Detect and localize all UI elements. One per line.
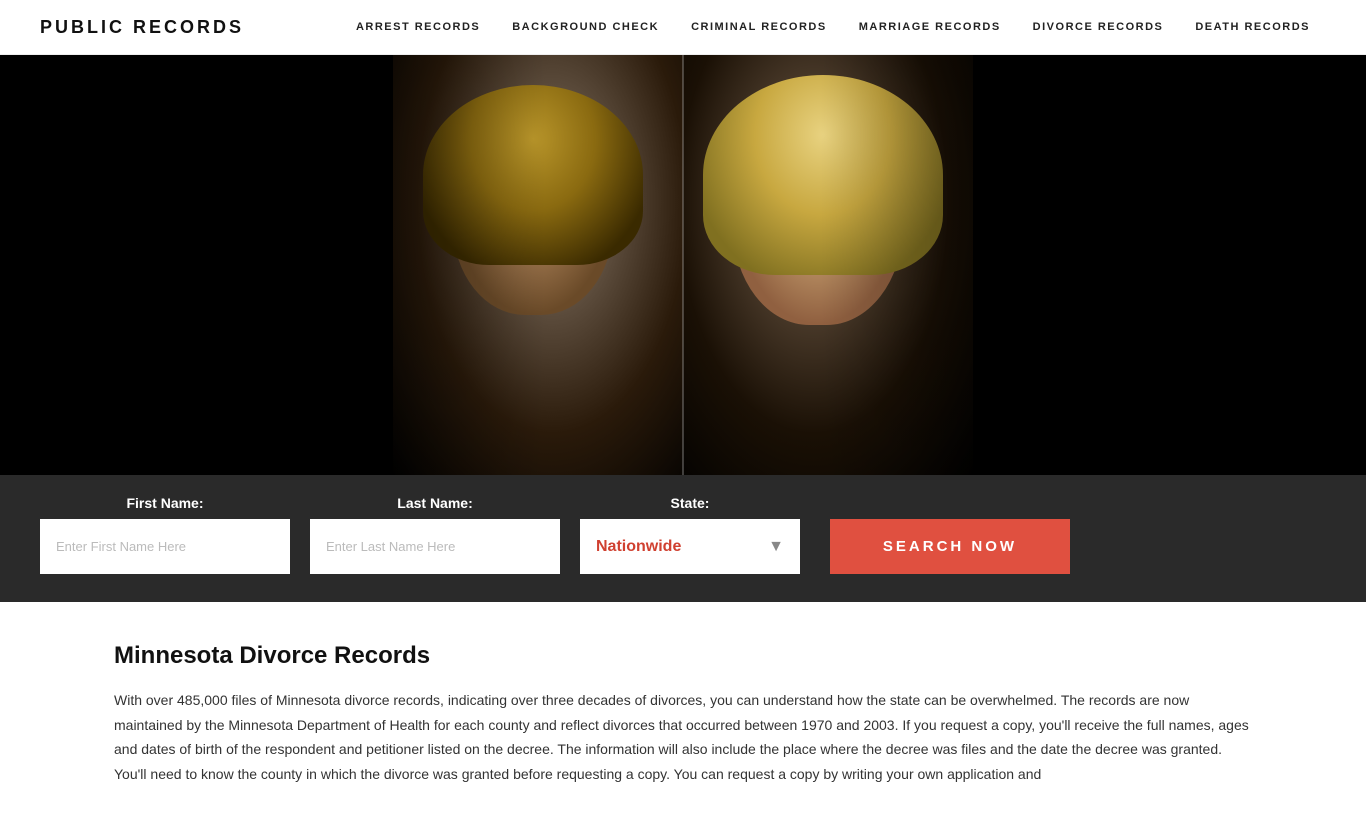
nav-link-death-records[interactable]: DEATH RECORDS xyxy=(1179,21,1326,33)
site-logo[interactable]: PUBLIC RECORDS xyxy=(40,17,244,38)
content-section: Minnesota Divorce Records With over 485,… xyxy=(0,602,1366,826)
first-name-label: First Name: xyxy=(40,495,290,511)
nav-link-marriage-records[interactable]: MARRIAGE RECORDS xyxy=(843,21,1017,33)
nav-link-background-check[interactable]: BACKGROUND CHECK xyxy=(496,21,675,33)
hero-overlay-right xyxy=(820,55,1366,475)
last-name-label: Last Name: xyxy=(310,495,560,511)
site-header: PUBLIC RECORDS ARREST RECORDSBACKGROUND … xyxy=(0,0,1366,55)
content-heading: Minnesota Divorce Records xyxy=(114,642,1252,670)
hero-divider xyxy=(682,55,684,475)
state-field: State: NationwideAlabamaAlaskaArizonaArk… xyxy=(580,495,800,574)
search-now-button[interactable]: SEARCH NOW xyxy=(830,519,1070,574)
state-select[interactable]: NationwideAlabamaAlaskaArizonaArkansasCa… xyxy=(580,519,800,574)
nav-link-arrest-records[interactable]: ARREST RECORDS xyxy=(340,21,496,33)
state-label: State: xyxy=(580,495,800,511)
hero-overlay-left xyxy=(0,55,546,475)
last-name-field: Last Name: xyxy=(310,495,560,574)
state-select-wrapper: NationwideAlabamaAlaskaArizonaArkansasCa… xyxy=(580,519,800,574)
content-paragraph: With over 485,000 files of Minnesota div… xyxy=(114,688,1252,786)
first-name-field: First Name: xyxy=(40,495,290,574)
search-bar: First Name: Last Name: State: Nationwide… xyxy=(0,475,1366,602)
first-name-input[interactable] xyxy=(40,519,290,574)
main-nav: ARREST RECORDSBACKGROUND CHECKCRIMINAL R… xyxy=(340,21,1326,33)
last-name-input[interactable] xyxy=(310,519,560,574)
hero-section xyxy=(0,55,1366,475)
nav-link-criminal-records[interactable]: CRIMINAL RECORDS xyxy=(675,21,843,33)
nav-link-divorce-records[interactable]: DIVORCE RECORDS xyxy=(1017,21,1180,33)
